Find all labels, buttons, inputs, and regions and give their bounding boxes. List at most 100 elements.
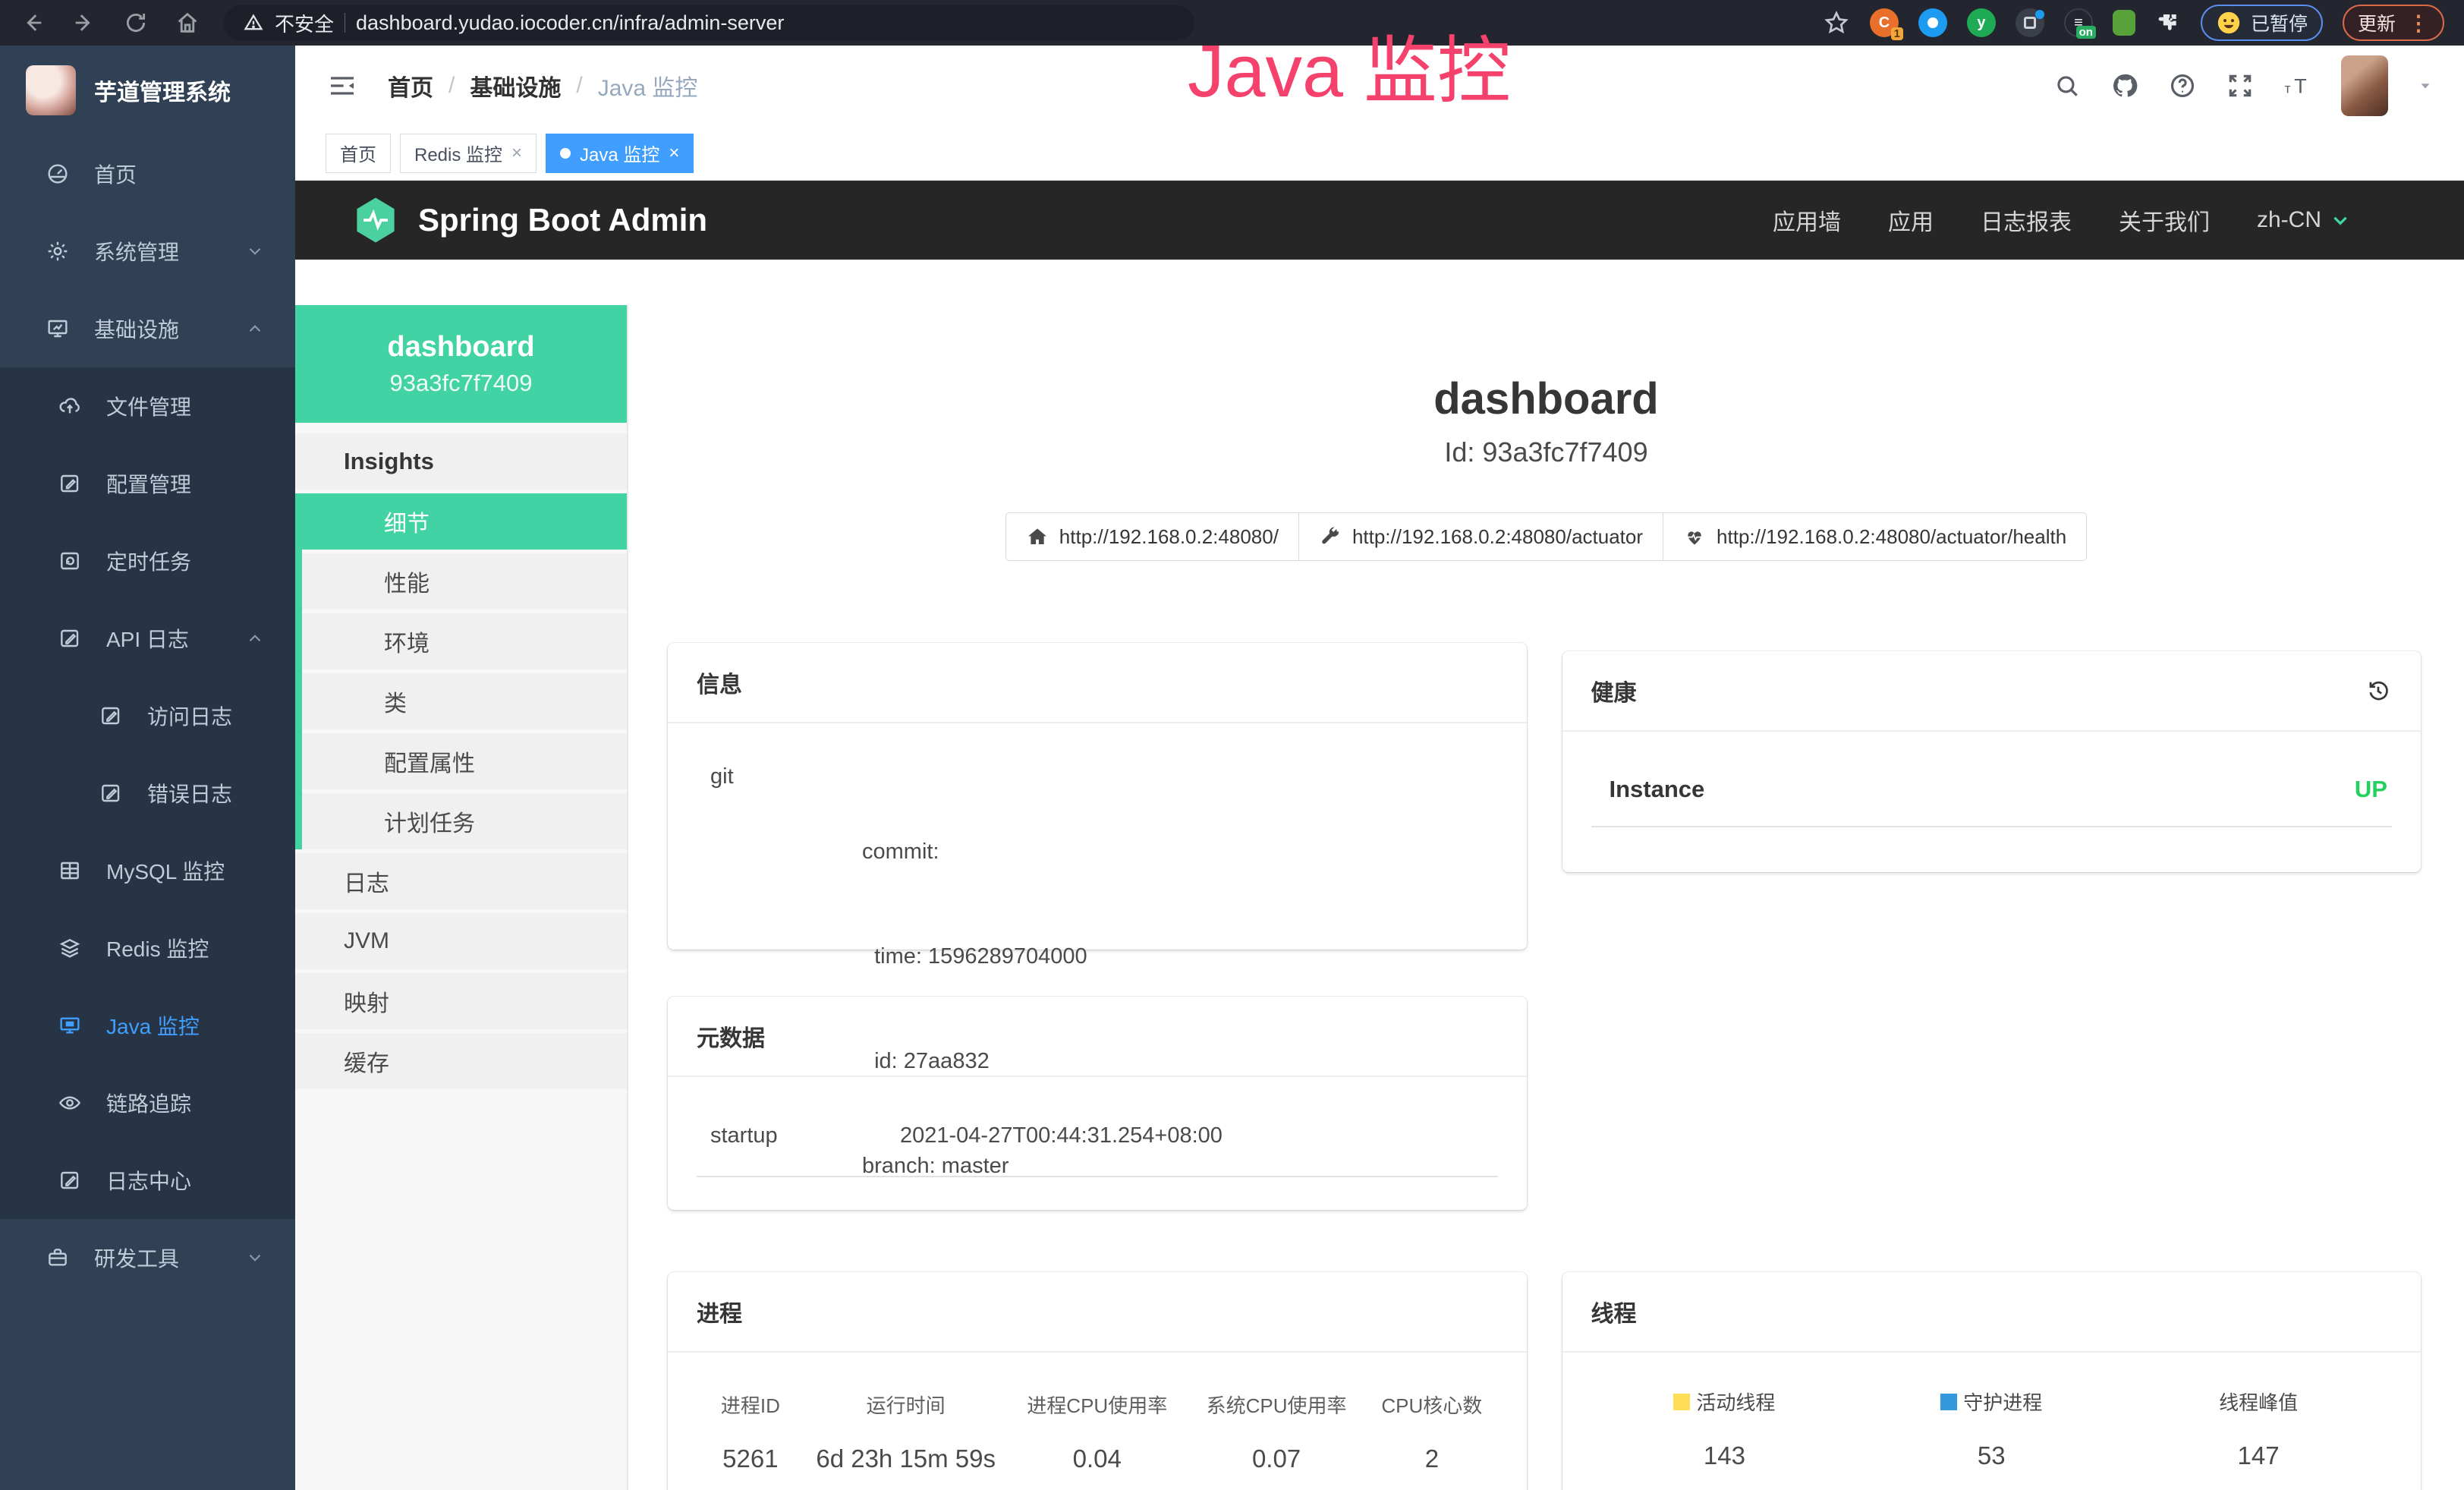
history-icon[interactable] xyxy=(2365,677,2392,704)
svg-text:т: т xyxy=(2285,81,2291,96)
breadcrumb-home[interactable]: 首页 xyxy=(388,69,433,102)
address-bar[interactable]: 不安全 dashboard.yudao.iocoder.cn/infra/adm… xyxy=(223,5,1194,40)
legend-peak: 线程峰值 147 xyxy=(2125,1388,2392,1470)
user-avatar[interactable] xyxy=(2341,55,2388,116)
collapse-sidebar-icon[interactable] xyxy=(326,71,359,101)
sba-menu-config-props[interactable]: 配置属性 xyxy=(302,733,627,789)
sidebar-item-log-center[interactable]: 日志中心 xyxy=(0,1142,295,1219)
search-icon[interactable] xyxy=(2053,71,2082,100)
process-col-uptime: 运行时间 6d 23h 15m 59s xyxy=(804,1391,1008,1473)
sidebar-item-home[interactable]: 首页 xyxy=(0,135,295,213)
sba-menu-jvm[interactable]: JVM xyxy=(295,913,627,969)
health-url-button[interactable]: http://192.168.0.2:48080/actuator/health xyxy=(1663,512,2087,561)
sidebar-item-infra[interactable]: 基础设施 xyxy=(0,290,295,367)
back-icon[interactable] xyxy=(20,10,46,36)
legend-value: 143 xyxy=(1591,1441,1858,1470)
sba-menu-classes[interactable]: 类 xyxy=(302,673,627,729)
extensions-puzzle-icon[interactable] xyxy=(2155,10,2181,36)
sba-header: Spring Boot Admin 应用墙 应用 日志报表 关于我们 zh-CN xyxy=(295,181,2464,260)
sba-menu-section-insights[interactable]: Insights xyxy=(295,433,627,490)
sidebar-item-label: 文件管理 xyxy=(106,391,191,421)
sba-menu-caches[interactable]: 缓存 xyxy=(295,1033,627,1089)
eye-icon xyxy=(58,1091,82,1115)
sidebar-item-label: Java 监控 xyxy=(106,1010,200,1041)
font-size-icon[interactable]: тT xyxy=(2283,71,2312,100)
browser-menu-icon[interactable]: ⋮ xyxy=(2408,11,2429,36)
sidebar-item-error-log[interactable]: 错误日志 xyxy=(0,754,295,832)
sba-menu-scheduled-tasks[interactable]: 计划任务 xyxy=(302,793,627,849)
sba-menu-details[interactable]: 细节 xyxy=(302,493,627,550)
cell-value: 0.04 xyxy=(1008,1444,1187,1473)
breadcrumb-infra[interactable]: 基础设施 xyxy=(470,69,561,102)
sidebar-item-label: Redis 监控 xyxy=(106,933,209,963)
app-logo xyxy=(26,65,76,115)
sba-menu-performance[interactable]: 性能 xyxy=(302,553,627,610)
sidebar-item-api-log[interactable]: API 日志 xyxy=(0,600,295,677)
sba-menu-mappings[interactable]: 映射 xyxy=(295,973,627,1029)
browser-home-icon[interactable] xyxy=(175,10,200,36)
sba-nav-about[interactable]: 关于我们 xyxy=(2119,203,2210,237)
tab-redis[interactable]: Redis 监控 × xyxy=(400,134,537,173)
sidebar-item-system[interactable]: 系统管理 xyxy=(0,213,295,290)
sba-nav-wall[interactable]: 应用墙 xyxy=(1773,203,1841,237)
sidebar-item-redis[interactable]: Redis 监控 xyxy=(0,909,295,987)
sidebar-item-dev-tools[interactable]: 研发工具 xyxy=(0,1219,295,1296)
extension-dark-icon[interactable]: ≡on xyxy=(2064,8,2093,37)
breadcrumb: 首页 / 基础设施 / Java 监控 xyxy=(388,69,697,102)
tab-java-active[interactable]: Java 监控 × xyxy=(546,134,694,173)
profile-paused-pill[interactable]: 已暂停 xyxy=(2201,5,2323,41)
process-table: 进程ID 5261 运行时间 6d 23h 15m 59s 进程CPU使用率 0… xyxy=(697,1391,1498,1473)
sba-instance-block[interactable]: dashboard 93a3fc7f7409 xyxy=(295,305,627,423)
sidebar-item-file[interactable]: 文件管理 xyxy=(0,367,295,445)
forward-icon[interactable] xyxy=(71,10,97,36)
tab-home[interactable]: 首页 xyxy=(326,134,391,173)
insights-group: 细节 性能 环境 类 配置属性 计划任务 xyxy=(295,493,627,849)
sba-menu-environment[interactable]: 环境 xyxy=(302,613,627,669)
close-icon[interactable]: × xyxy=(511,143,522,164)
security-label[interactable]: 不安全 xyxy=(275,9,334,37)
extension-pin-icon[interactable] xyxy=(1918,8,1947,37)
browser-update-button[interactable]: 更新 ⋮ xyxy=(2343,5,2444,41)
update-label: 更新 xyxy=(2358,9,2396,36)
close-icon[interactable]: × xyxy=(669,143,679,164)
sba-menu-logs[interactable]: 日志 xyxy=(295,853,627,909)
sidebar-item-label: 错误日志 xyxy=(147,778,232,808)
sidebar-item-mysql[interactable]: MySQL 监控 xyxy=(0,832,295,909)
breadcrumb-separator: / xyxy=(448,73,455,99)
chevron-down-icon xyxy=(245,241,265,261)
url-text[interactable]: dashboard.yudao.iocoder.cn/infra/admin-s… xyxy=(356,11,784,35)
app-logo-row[interactable]: 芋道管理系统 xyxy=(0,46,295,135)
bookmark-star-icon[interactable] xyxy=(1823,9,1850,36)
fullscreen-icon[interactable] xyxy=(2226,71,2255,100)
extension-on-badge: on xyxy=(2076,26,2096,39)
status-badge: UP xyxy=(2355,776,2387,803)
sidebar-item-job[interactable]: 定时任务 xyxy=(0,522,295,600)
table-grid-icon xyxy=(58,858,82,883)
actuator-url-button[interactable]: http://192.168.0.2:48080/actuator xyxy=(1298,512,1663,561)
legend-label: 线程峰值 xyxy=(2219,1388,2298,1416)
sba-nav-applications[interactable]: 应用 xyxy=(1888,203,1934,237)
sba-side-menu: Insights 细节 性能 环境 类 配置属性 计划任务 日志 JVM 映射 … xyxy=(295,433,627,1089)
service-url-button[interactable]: http://192.168.0.2:48080/ xyxy=(1005,512,1299,561)
card-title: 元数据 xyxy=(697,1019,765,1053)
help-icon[interactable] xyxy=(2168,71,2197,100)
sba-brand[interactable]: Spring Boot Admin xyxy=(353,196,707,244)
extension-c-icon[interactable]: C1 xyxy=(1870,8,1899,37)
health-instance-row[interactable]: Instance UP xyxy=(1591,754,2393,827)
sba-language-select[interactable]: zh-CN xyxy=(2257,207,2350,233)
sidebar-item-trace[interactable]: 链路追踪 xyxy=(0,1064,295,1142)
card-title: 进程 xyxy=(697,1295,742,1328)
extension-leaf-icon[interactable] xyxy=(2113,10,2135,36)
extension-grid-icon[interactable] xyxy=(2016,8,2044,37)
sidebar-item-java-monitor[interactable]: Java 监控 xyxy=(0,987,295,1064)
sidebar-item-access-log[interactable]: 访问日志 xyxy=(0,677,295,754)
heartbeat-icon xyxy=(1683,525,1706,548)
avatar-caret-icon[interactable] xyxy=(2417,77,2434,94)
reload-icon[interactable] xyxy=(123,10,149,36)
service-url-label: http://192.168.0.2:48080/ xyxy=(1059,525,1279,549)
github-icon[interactable] xyxy=(2110,71,2139,100)
sba-nav-journal[interactable]: 日志报表 xyxy=(1981,203,2072,237)
extension-y-icon[interactable]: y xyxy=(1967,8,1996,37)
java-monitor-icon xyxy=(58,1013,82,1038)
sidebar-item-config[interactable]: 配置管理 xyxy=(0,445,295,522)
